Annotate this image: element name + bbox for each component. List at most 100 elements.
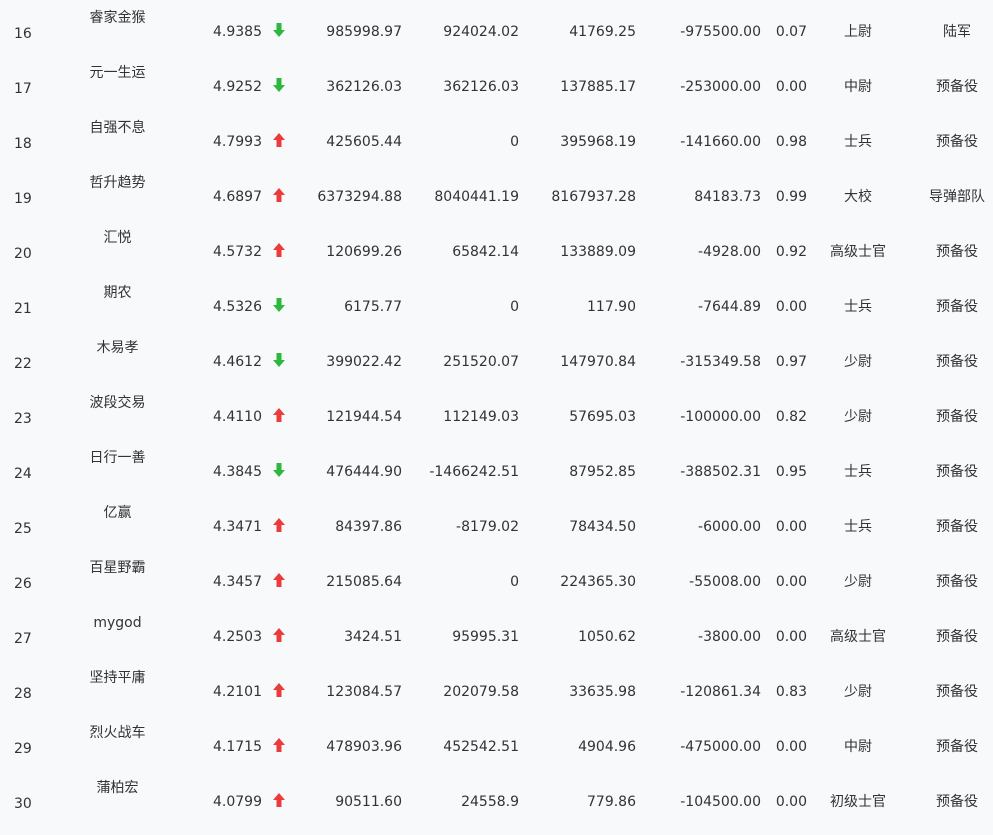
value1-cell: 123084.57 [326, 684, 402, 700]
value4-cell: -55008.00 [689, 574, 761, 590]
unit-cell: 预备役 [936, 464, 978, 480]
value2-cell: 65842.14 [452, 244, 519, 260]
table-row[interactable]: 26 百星野霸 4.3457 215085.64 0 224365.30 -55008.00… [0, 560, 993, 615]
value1-cell: 3424.51 [344, 629, 402, 645]
value2-cell: 362126.03 [443, 79, 519, 95]
arrow-up-icon [272, 682, 286, 698]
trader-name-link[interactable]: 烈火战车 [55, 724, 180, 742]
arrow-up-icon [272, 187, 286, 203]
unit-cell: 预备役 [936, 574, 978, 590]
trader-name-link[interactable]: 亿赢 [55, 504, 180, 522]
score-cell: 4.2503 [213, 629, 262, 645]
arrow-up-icon [272, 242, 286, 258]
value3-cell: 1050.62 [578, 629, 636, 645]
military-rank-cell: 高级士官 [830, 629, 886, 645]
value1-cell: 6175.77 [344, 299, 402, 315]
ratio-cell: 0.00 [775, 299, 807, 315]
value1-cell: 90511.60 [335, 794, 402, 810]
table-row[interactable]: 19 哲升趋势 4.6897 6373294.88 8040441.19 8167937.… [0, 175, 993, 230]
table-row[interactable]: 18 自强不息 4.7993 425605.44 0 395968.19 -141660.0… [0, 120, 993, 175]
table-row[interactable]: 23 波段交易 4.4110 121944.54 112149.03 57695.03 -1… [0, 395, 993, 450]
unit-cell: 预备役 [936, 134, 978, 150]
value4-cell: -4928.00 [698, 244, 761, 260]
trader-name-link[interactable]: mygod [55, 614, 180, 632]
table-row[interactable]: 20 汇悦 4.5732 120699.26 65842.14 133889.09 -492… [0, 230, 993, 285]
value2-cell: 112149.03 [443, 409, 519, 425]
value1-cell: 476444.90 [326, 464, 402, 480]
value4-cell: -6000.00 [698, 519, 761, 535]
unit-cell: 预备役 [936, 409, 978, 425]
arrow-up-icon [272, 572, 286, 588]
military-rank-cell: 士兵 [844, 299, 872, 315]
score-cell: 4.5732 [213, 244, 262, 260]
value1-cell: 84397.86 [335, 519, 402, 535]
trader-name-link[interactable]: 汇悦 [55, 229, 180, 247]
score-cell: 4.9385 [213, 24, 262, 40]
score-cell: 4.3845 [213, 464, 262, 480]
table-row[interactable]: 22 木易孝 4.4612 399022.42 251520.07 147970.84 -3… [0, 340, 993, 395]
trader-name-link[interactable]: 期农 [55, 284, 180, 302]
military-rank-cell: 少尉 [844, 409, 872, 425]
value3-cell: 137885.17 [560, 79, 636, 95]
table-row[interactable]: 25 亿赢 4.3471 84397.86 -8179.02 78434.50 -6000.… [0, 505, 993, 560]
table-row[interactable]: 27 mygod 4.2503 3424.51 95995.31 1050.62 -3800… [0, 615, 993, 670]
rank-cell: 23 [14, 411, 32, 427]
ratio-cell: 0.00 [775, 79, 807, 95]
table-row[interactable]: 24 日行一善 4.3845 476444.90 -1466242.51 87952.85… [0, 450, 993, 505]
score-cell: 4.5326 [213, 299, 262, 315]
score-cell: 4.4612 [213, 354, 262, 370]
arrow-up-icon [272, 792, 286, 808]
ratio-cell: 0.95 [775, 464, 807, 480]
value4-cell: -975500.00 [680, 24, 761, 40]
rank-cell: 25 [14, 521, 32, 537]
arrow-down-icon [272, 462, 286, 478]
trader-name-link[interactable]: 蒲柏宏 [55, 779, 180, 797]
trader-name-link[interactable]: 坚持平庸 [55, 669, 180, 687]
trader-name-link[interactable]: 元一生运 [55, 64, 180, 82]
rank-cell: 20 [14, 246, 32, 262]
value2-cell: 0 [510, 299, 519, 315]
table-row[interactable]: 16 睿家金猴 4.9385 985998.97 924024.02 41769.25 -9… [0, 10, 993, 65]
table-row[interactable]: 30 蒲柏宏 4.0799 90511.60 24558.9 779.86 -104500.… [0, 780, 993, 835]
table-row[interactable]: 28 坚持平庸 4.2101 123084.57 202079.58 33635.98 -1… [0, 670, 993, 725]
value3-cell: 224365.30 [560, 574, 636, 590]
value2-cell: 452542.51 [443, 739, 519, 755]
value3-cell: 78434.50 [569, 519, 636, 535]
value2-cell: 924024.02 [443, 24, 519, 40]
value1-cell: 215085.64 [326, 574, 402, 590]
ratio-cell: 0.92 [775, 244, 807, 260]
ratio-cell: 0.83 [775, 684, 807, 700]
value3-cell: 41769.25 [569, 24, 636, 40]
rank-cell: 17 [14, 81, 32, 97]
ratio-cell: 0.97 [775, 354, 807, 370]
arrow-up-icon [272, 407, 286, 423]
table-row[interactable]: 29 烈火战车 4.1715 478903.96 452542.51 4904.96 -47… [0, 725, 993, 780]
value3-cell: 117.90 [587, 299, 636, 315]
trader-name-link[interactable]: 百星野霸 [55, 559, 180, 577]
value2-cell: 0 [510, 134, 519, 150]
unit-cell: 预备役 [936, 354, 978, 370]
military-rank-cell: 中尉 [844, 739, 872, 755]
value2-cell: 95995.31 [452, 629, 519, 645]
trader-name-link[interactable]: 波段交易 [55, 394, 180, 412]
ratio-cell: 0.98 [775, 134, 807, 150]
table-row[interactable]: 17 元一生运 4.9252 362126.03 362126.03 137885.17 -… [0, 65, 993, 120]
trader-name-link[interactable]: 木易孝 [55, 339, 180, 357]
unit-cell: 预备役 [936, 79, 978, 95]
value3-cell: 779.86 [587, 794, 636, 810]
value4-cell: -3800.00 [698, 629, 761, 645]
trader-name-link[interactable]: 日行一善 [55, 449, 180, 467]
value1-cell: 985998.97 [326, 24, 402, 40]
score-cell: 4.1715 [213, 739, 262, 755]
military-rank-cell: 少尉 [844, 574, 872, 590]
trader-name-link[interactable]: 自强不息 [55, 119, 180, 137]
score-cell: 4.3471 [213, 519, 262, 535]
trader-name-link[interactable]: 睿家金猴 [55, 9, 180, 27]
score-cell: 4.3457 [213, 574, 262, 590]
value4-cell: -7644.89 [698, 299, 761, 315]
value3-cell: 57695.03 [569, 409, 636, 425]
table-row[interactable]: 21 期农 4.5326 6175.77 0 117.90 -7644.89 0.00 士兵 预备… [0, 285, 993, 340]
rank-cell: 27 [14, 631, 32, 647]
ranking-table: 16 睿家金猴 4.9385 985998.97 924024.02 41769.25 -9… [0, 0, 993, 812]
trader-name-link[interactable]: 哲升趋势 [55, 174, 180, 192]
